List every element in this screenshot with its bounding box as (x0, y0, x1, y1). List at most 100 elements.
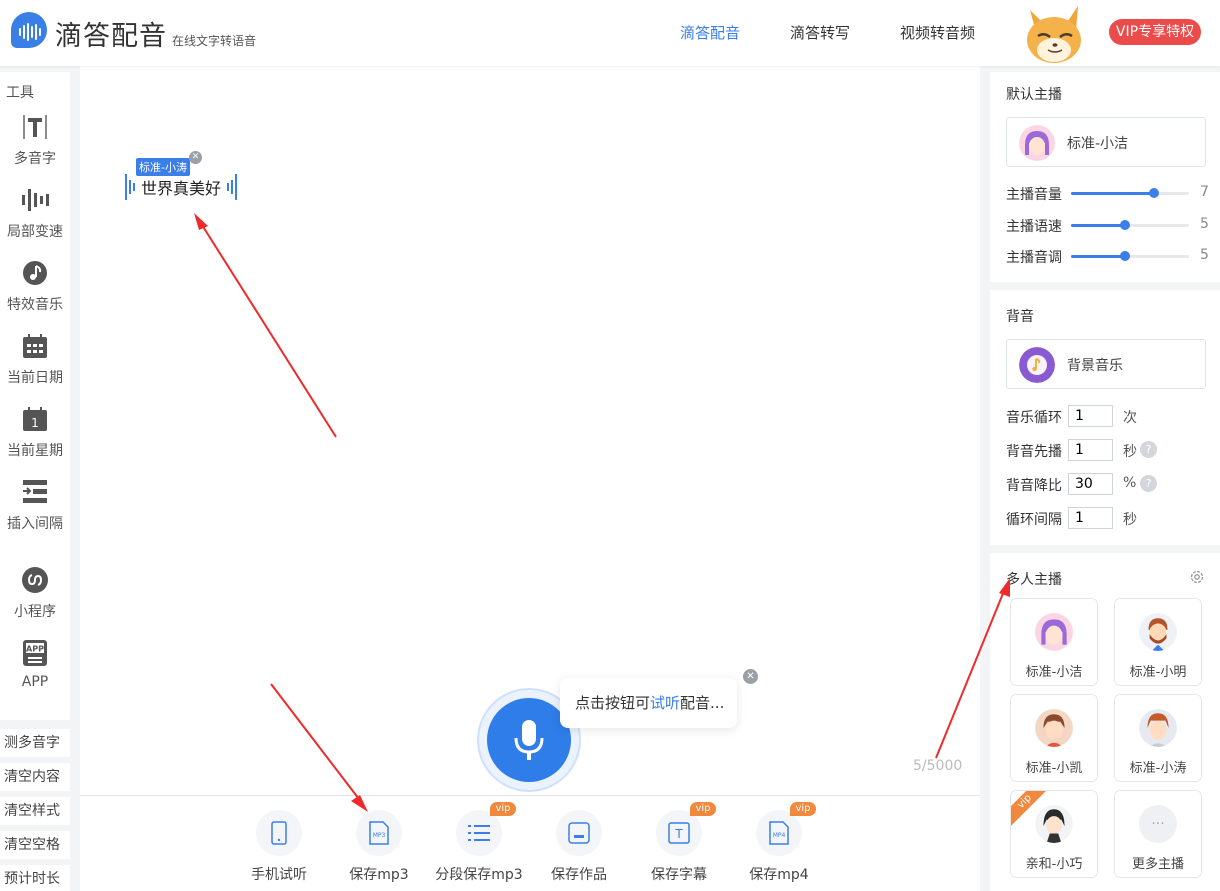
side-button-clear-content[interactable]: 清空内容 (0, 763, 70, 791)
action-save-mp3[interactable]: MP3 保存mp3 (329, 810, 429, 884)
calendar-icon (20, 331, 50, 361)
action-bar: 手机试听 MP3 保存mp3 vip 分段保存mp3 保存作品 Tvip 保存字… (80, 795, 980, 891)
tag-close-icon[interactable]: ✕ (189, 151, 202, 164)
slider-knob[interactable] (1120, 251, 1131, 261)
anchor-card[interactable]: 标准-小凯 (1010, 694, 1098, 782)
anchor-name: 标准-小涛 (1129, 761, 1187, 776)
tip-link[interactable]: 试听 (650, 694, 680, 712)
boy2-avatar-icon (1139, 709, 1177, 747)
slider-value: 5 (1200, 216, 1209, 232)
tool-local-speed[interactable]: 局部变速 (0, 185, 70, 241)
header: 滴答配音 在线文字转语音 滴答配音 滴答转写 视频转音频 VIP专享特权 (0, 0, 1220, 66)
tool-current-week[interactable]: 1 当前星期 (0, 404, 70, 460)
tool-miniprogram[interactable]: 小程序 (0, 565, 70, 621)
char-counter: 5/5000 (913, 758, 963, 774)
slider-track[interactable] (1071, 188, 1189, 198)
tools-title: 工具 (6, 85, 34, 101)
action-phone-preview[interactable]: 手机试听 (229, 810, 329, 884)
side-button-clear-style[interactable]: 清空样式 (0, 797, 70, 825)
slider-pitch[interactable]: 主播音调 5 (1006, 247, 1212, 267)
tool-app[interactable]: APP APP (0, 638, 70, 690)
anchor-card[interactable]: 标准-小明 (1114, 598, 1202, 686)
user-avatar[interactable] (1022, 4, 1086, 66)
mp3-icon-text: MP3 (373, 832, 386, 839)
action-label: 保存字幕 (651, 867, 707, 883)
tool-label: 小程序 (14, 604, 56, 620)
more-icon: ··· (1139, 805, 1177, 843)
ratio-input[interactable] (1068, 473, 1113, 495)
preplay-input[interactable] (1068, 439, 1113, 461)
slider-track[interactable] (1071, 220, 1189, 230)
default-anchor-selector[interactable]: 标准-小洁 (1006, 117, 1206, 167)
vip-badge: vip (790, 802, 816, 816)
row-unit: % (1123, 475, 1137, 491)
slider-knob[interactable] (1148, 188, 1159, 198)
mp4-file-icon: MP4 vip (756, 802, 816, 856)
row-label: 背音降比 (1006, 478, 1062, 494)
anchor-card[interactable]: 标准-小洁 (1010, 598, 1098, 686)
action-save-segments[interactable]: vip 分段保存mp3 (429, 802, 529, 884)
bgm-title: 背音 (1006, 309, 1034, 325)
segment-text: 世界真美好 (141, 179, 222, 198)
help-icon[interactable]: ? (1140, 441, 1157, 458)
side-button-clear-spaces[interactable]: 清空空格 (0, 831, 70, 859)
multi-anchor-panel: 多人主播 标准-小洁 标准-小明 标准-小凯 标准-小涛 vip 亲和-小巧 ·… (990, 553, 1220, 891)
more-anchors-card[interactable]: ··· 更多主播 (1114, 790, 1202, 878)
tool-current-date[interactable]: 当前日期 (0, 331, 70, 387)
gear-icon[interactable] (1189, 569, 1205, 585)
wave-left-icon (125, 174, 135, 200)
side-button-estimate-duration[interactable]: 预计时长 (0, 865, 70, 891)
tool-label: APP (21, 674, 49, 690)
voice-segment[interactable]: 世界真美好 (125, 174, 238, 200)
action-save-work[interactable]: 保存作品 (529, 810, 629, 884)
side-button-polyphone-check[interactable]: 测多音字 (0, 729, 70, 757)
text-t-icon (20, 112, 50, 142)
anchor-name: 亲和-小巧 (1025, 857, 1083, 872)
slider-label: 主播语速 (1006, 219, 1062, 235)
row-unit: 次 (1123, 410, 1137, 426)
text-editor[interactable]: 标准-小涛 ✕ 世界真美好 点击按钮可试听配音... ✕ 5/5000 手机试听… (80, 66, 980, 891)
slider-volume[interactable]: 主播音量 7 (1006, 184, 1212, 204)
slider-knob[interactable] (1120, 220, 1131, 230)
anchor-name: 标准-小凯 (1025, 761, 1083, 776)
tool-insert-gap[interactable]: 插入间隔 (0, 477, 70, 533)
nav-dubbing[interactable]: 滴答配音 (680, 22, 740, 43)
music-note-icon (20, 258, 50, 288)
slider-value: 7 (1200, 184, 1209, 200)
anchor-card[interactable]: vip 亲和-小巧 (1010, 790, 1098, 878)
subtitle-icon: Tvip (656, 802, 716, 856)
help-icon[interactable]: ? (1140, 475, 1157, 492)
action-label: 手机试听 (251, 867, 307, 883)
slider-label: 主播音量 (1006, 187, 1062, 203)
tool-effect-music[interactable]: 特效音乐 (0, 258, 70, 314)
tool-polyphone[interactable]: 多音字 (0, 112, 70, 168)
nav-video-to-audio[interactable]: 视频转音频 (900, 22, 975, 43)
bgm-selector[interactable]: 背景音乐 (1006, 339, 1206, 389)
interval-input[interactable] (1068, 507, 1113, 529)
default-anchor-panel: 默认主播 标准-小洁 主播音量 7 主播语速 5 主播音调 5 (990, 72, 1220, 282)
bgm-panel: 背音 背景音乐 音乐循环 次 背音先播 秒 ? 背音降比 % ? 循环间隔 秒 (990, 290, 1220, 545)
slider-speed[interactable]: 主播语速 5 (1006, 216, 1212, 236)
default-anchor-title: 默认主播 (1006, 87, 1062, 103)
loop-count-input[interactable] (1068, 405, 1113, 427)
row-label: 音乐循环 (1006, 410, 1062, 426)
girl-avatar-icon (1035, 613, 1073, 651)
vip-button[interactable]: VIP专享特权 (1109, 19, 1201, 45)
tip-suffix: 配音... (680, 694, 725, 712)
slider-label: 主播音调 (1006, 250, 1062, 266)
girl2-avatar-icon (1035, 805, 1073, 843)
slider-track[interactable] (1071, 251, 1189, 261)
action-save-mp4[interactable]: MP4 vip 保存mp4 (729, 802, 829, 884)
tool-label: 插入间隔 (7, 516, 63, 532)
anchor-card[interactable]: 标准-小涛 (1114, 694, 1202, 782)
anchor-name: 标准-小明 (1129, 665, 1187, 680)
row-label: 背音先播 (1006, 444, 1062, 460)
logo-icon (11, 12, 47, 48)
tip-close-icon[interactable]: ✕ (743, 669, 758, 684)
action-save-subtitle[interactable]: Tvip 保存字幕 (629, 802, 729, 884)
nav-transcribe[interactable]: 滴答转写 (790, 22, 850, 43)
default-anchor-name: 标准-小洁 (1067, 136, 1129, 152)
microphone-icon (487, 698, 571, 782)
action-label: 保存mp4 (749, 867, 809, 883)
sound-wave-icon (20, 185, 50, 215)
